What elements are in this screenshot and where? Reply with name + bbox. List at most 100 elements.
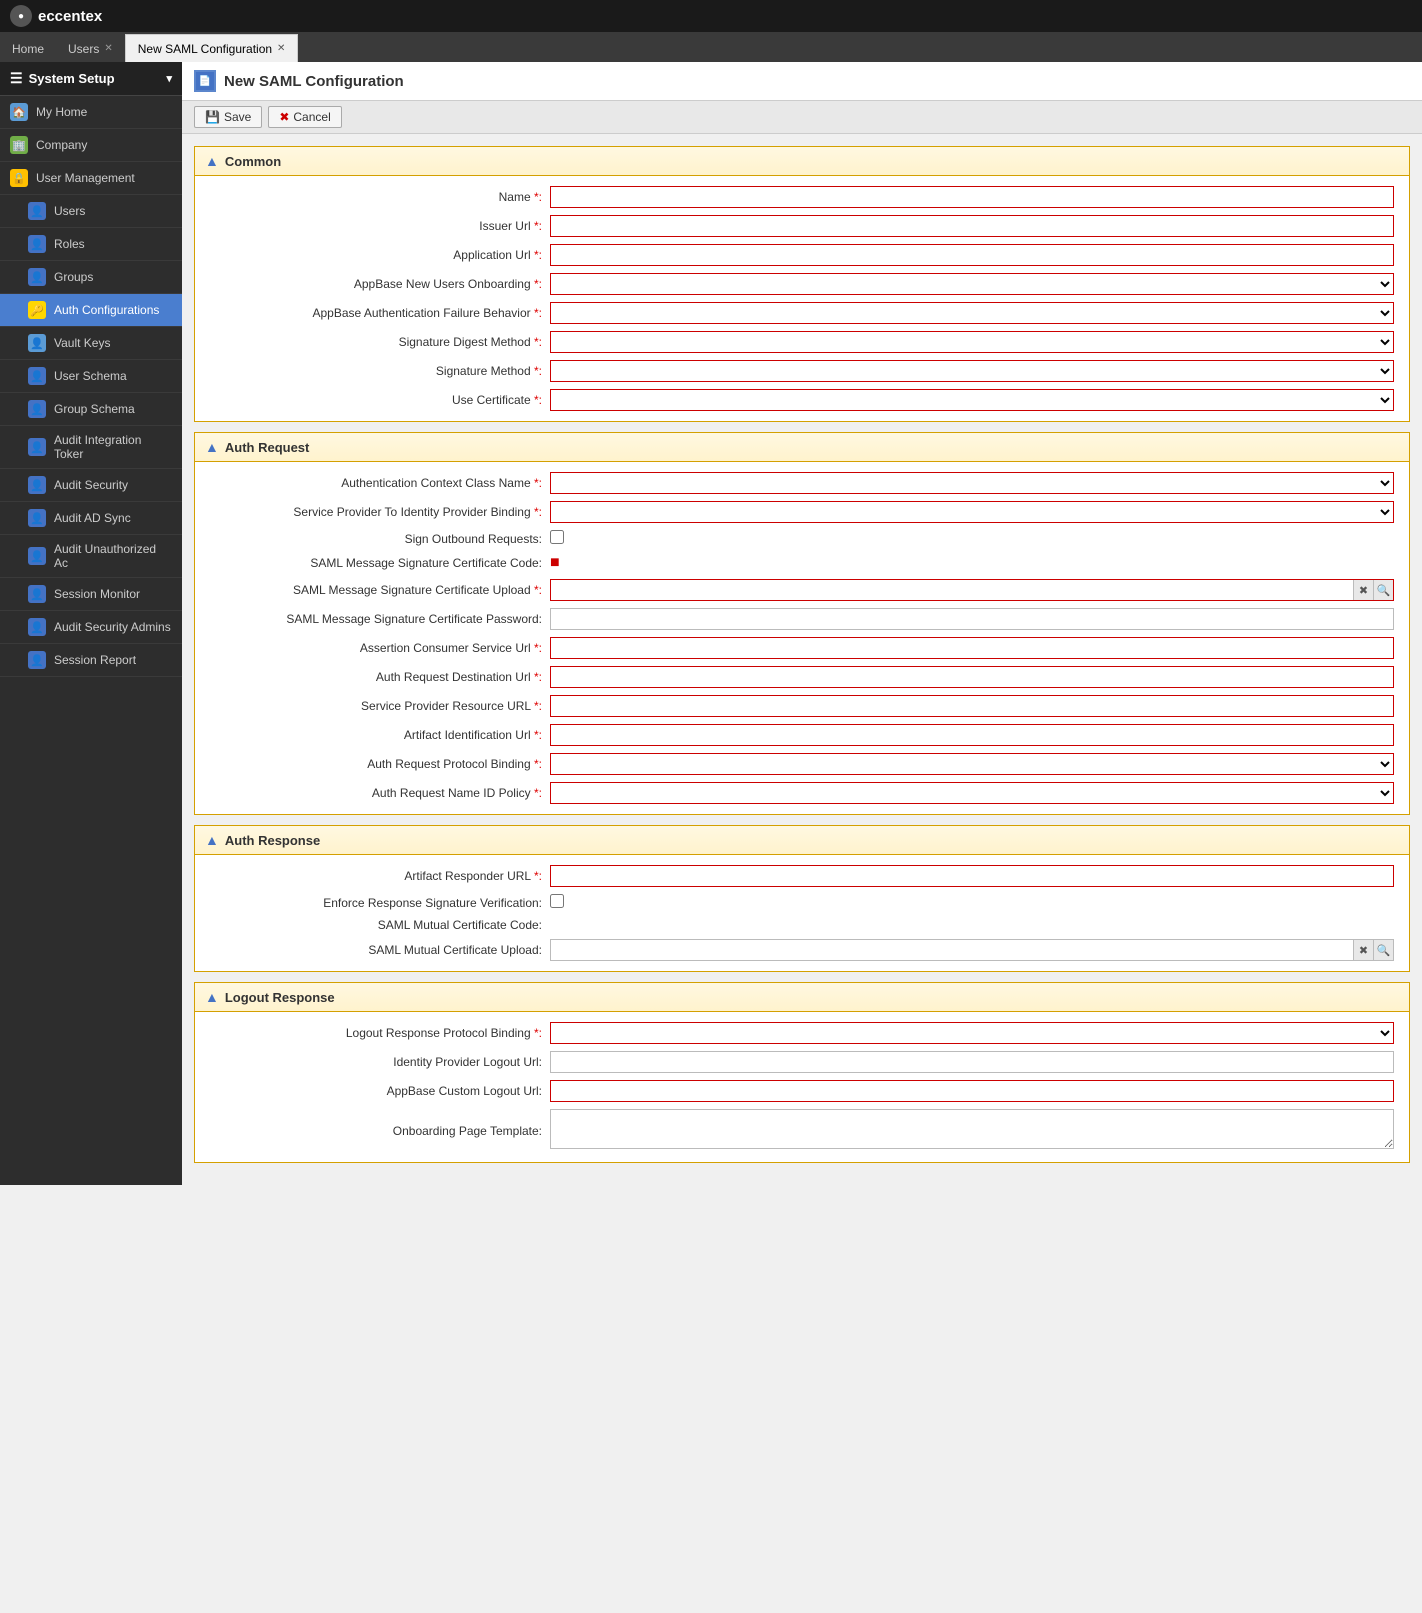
input-auth-request-dest[interactable]	[550, 666, 1394, 688]
page-title: New SAML Configuration	[224, 73, 404, 90]
sidebar-label-session-report: Session Report	[54, 653, 136, 667]
sidebar-label-user-management: User Management	[36, 171, 135, 185]
sidebar-label-users: Users	[54, 204, 85, 218]
file-search-saml-msg[interactable]: 🔍	[1373, 580, 1393, 600]
input-appbase-custom-logout[interactable]	[550, 1080, 1394, 1102]
sidebar-label-vault-keys: Vault Keys	[54, 336, 110, 350]
section-logout-response-header[interactable]: ▲ Logout Response	[195, 983, 1409, 1012]
file-input-saml-msg[interactable]	[551, 581, 1353, 599]
label-use-certificate: Use Certificate *:	[210, 393, 550, 407]
select-use-certificate[interactable]	[550, 389, 1394, 411]
tab-home-label: Home	[12, 42, 44, 56]
sidebar-item-vault-keys[interactable]: 👤 Vault Keys	[0, 327, 182, 360]
select-logout-protocol[interactable]	[550, 1022, 1394, 1044]
row-auth-context: Authentication Context Class Name *:	[210, 472, 1394, 494]
select-auth-context[interactable]	[550, 472, 1394, 494]
sidebar-item-group-schema[interactable]: 👤 Group Schema	[0, 393, 182, 426]
required-appbase-auth-failure: *:	[534, 306, 542, 320]
sidebar-item-groups[interactable]: 👤 Groups	[0, 261, 182, 294]
file-input-saml-mutual[interactable]	[551, 941, 1353, 959]
file-clear-saml-msg[interactable]: ✖	[1353, 580, 1373, 600]
tab-users-close[interactable]: ✕	[104, 43, 112, 54]
section-logout-response-toggle-icon[interactable]: ▲	[205, 989, 219, 1005]
label-auth-context: Authentication Context Class Name *:	[210, 476, 550, 490]
sidebar-item-auth-configurations[interactable]: 🔑 Auth Configurations	[0, 294, 182, 327]
input-assertion-consumer[interactable]	[550, 637, 1394, 659]
field-application-url	[550, 244, 1394, 266]
select-appbase-new-users[interactable]	[550, 273, 1394, 295]
sidebar-item-company[interactable]: 🏢 Company	[0, 129, 182, 162]
row-logout-protocol: Logout Response Protocol Binding *:	[210, 1022, 1394, 1044]
section-common-header[interactable]: ▲ Common	[195, 147, 1409, 176]
tab-users[interactable]: Users ✕	[56, 34, 125, 62]
input-artifact-responder[interactable]	[550, 865, 1394, 887]
save-label: Save	[224, 110, 251, 124]
file-search-saml-mutual[interactable]: 🔍	[1373, 940, 1393, 960]
field-issuer-url	[550, 215, 1394, 237]
label-saml-msg-sig-cert-pwd: SAML Message Signature Certificate Passw…	[210, 612, 550, 626]
sidebar-label-audit-ad-sync: Audit AD Sync	[54, 511, 131, 525]
section-common-toggle-icon[interactable]: ▲	[205, 153, 219, 169]
file-clear-saml-mutual[interactable]: ✖	[1353, 940, 1373, 960]
section-auth-request-toggle-icon[interactable]: ▲	[205, 439, 219, 455]
select-auth-request-protocol[interactable]	[550, 753, 1394, 775]
select-sp-to-idp[interactable]	[550, 501, 1394, 523]
label-artifact-responder: Artifact Responder URL *:	[210, 869, 550, 883]
cancel-button[interactable]: ✖ Cancel	[268, 106, 341, 128]
tab-home[interactable]: Home	[0, 34, 56, 62]
required-sp-resource-url: *:	[534, 699, 542, 713]
input-idp-logout-url[interactable]	[550, 1051, 1394, 1073]
sidebar-item-user-management[interactable]: 🔒 User Management	[0, 162, 182, 195]
select-appbase-auth-failure[interactable]	[550, 302, 1394, 324]
input-sp-resource-url[interactable]	[550, 695, 1394, 717]
label-sp-resource-url: Service Provider Resource URL *:	[210, 699, 550, 713]
checkbox-sign-outbound[interactable]	[550, 530, 564, 544]
sidebar-label-audit-unauthorized: Audit Unauthorized Ac	[54, 542, 172, 570]
textarea-onboarding-page[interactable]	[550, 1109, 1394, 1149]
sidebar-item-audit-integration-token[interactable]: 👤 Audit Integration Toker	[0, 426, 182, 469]
sidebar-item-audit-unauthorized[interactable]: 👤 Audit Unauthorized Ac	[0, 535, 182, 578]
sidebar-item-my-home[interactable]: 🏠 My Home	[0, 96, 182, 129]
section-auth-response-header[interactable]: ▲ Auth Response	[195, 826, 1409, 855]
section-auth-response-toggle-icon[interactable]: ▲	[205, 832, 219, 848]
input-artifact-id-url[interactable]	[550, 724, 1394, 746]
sidebar-item-audit-security[interactable]: 👤 Audit Security	[0, 469, 182, 502]
hamburger-icon[interactable]: ☰	[10, 70, 23, 87]
field-logout-protocol	[550, 1022, 1394, 1044]
sidebar-item-audit-security-admins[interactable]: 👤 Audit Security Admins	[0, 611, 182, 644]
sidebar-arrow[interactable]: ▾	[166, 72, 172, 85]
sidebar-item-audit-ad-sync[interactable]: 👤 Audit AD Sync	[0, 502, 182, 535]
select-signature-method[interactable]	[550, 360, 1394, 382]
section-common-title: Common	[225, 154, 281, 169]
input-saml-msg-sig-cert-pwd[interactable]	[550, 608, 1394, 630]
file-upload-saml-msg: ✖ 🔍	[550, 579, 1394, 601]
content-area: 📄 New SAML Configuration 💾 Save ✖ Cancel…	[182, 62, 1422, 1185]
label-sp-to-idp: Service Provider To Identity Provider Bi…	[210, 505, 550, 519]
file-upload-saml-mutual: ✖ 🔍	[550, 939, 1394, 961]
sidebar-header[interactable]: ☰ System Setup ▾	[0, 62, 182, 96]
sidebar-item-session-monitor[interactable]: 👤 Session Monitor	[0, 578, 182, 611]
field-sp-resource-url	[550, 695, 1394, 717]
save-button[interactable]: 💾 Save	[194, 106, 262, 128]
tab-new-saml[interactable]: New SAML Configuration ✕	[125, 34, 299, 62]
sidebar-item-session-report[interactable]: 👤 Session Report	[0, 644, 182, 677]
auth-icon: 🔑	[28, 301, 46, 319]
sidebar-item-roles[interactable]: 👤 Roles	[0, 228, 182, 261]
section-auth-request-header[interactable]: ▲ Auth Request	[195, 433, 1409, 462]
required-signature-digest: *:	[534, 335, 542, 349]
select-auth-request-name-id[interactable]	[550, 782, 1394, 804]
select-signature-digest[interactable]	[550, 331, 1394, 353]
input-name[interactable]	[550, 186, 1394, 208]
sidebar-label-roles: Roles	[54, 237, 85, 251]
checkbox-enforce-response[interactable]	[550, 894, 564, 908]
row-artifact-id-url: Artifact Identification Url *:	[210, 724, 1394, 746]
tab-new-saml-close[interactable]: ✕	[277, 43, 285, 54]
input-application-url[interactable]	[550, 244, 1394, 266]
label-saml-msg-sig-cert-upload: SAML Message Signature Certificate Uploa…	[210, 583, 550, 597]
required-sp-to-idp: *:	[534, 505, 542, 519]
input-issuer-url[interactable]	[550, 215, 1394, 237]
sidebar-item-user-schema[interactable]: 👤 User Schema	[0, 360, 182, 393]
field-appbase-auth-failure	[550, 302, 1394, 324]
label-auth-request-protocol: Auth Request Protocol Binding *:	[210, 757, 550, 771]
sidebar-item-users[interactable]: 👤 Users	[0, 195, 182, 228]
